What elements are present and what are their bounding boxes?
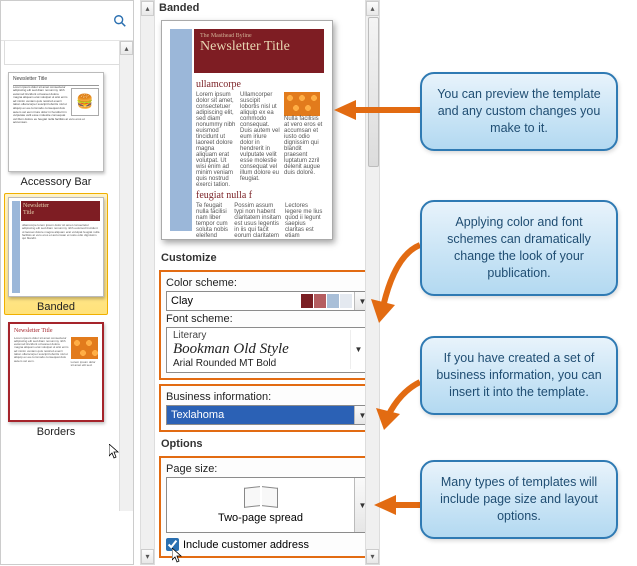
- page-size-value: Two-page spread: [218, 512, 303, 524]
- options-title: Options: [159, 436, 378, 456]
- center-pane: ▴ ▾ Banded The Masthead Byline Newslette…: [140, 0, 380, 565]
- business-info-combo[interactable]: Texlahoma ▼: [166, 405, 371, 425]
- business-info-value: Texlahoma: [167, 406, 354, 424]
- preview-title: Banded: [157, 0, 380, 20]
- swatch: [340, 294, 352, 308]
- template-thumb-banded[interactable]: NewsletterTitle ullamcorpe lorem ipsum d…: [4, 193, 108, 315]
- preview-scrollbar[interactable]: ▴ ▾: [365, 0, 380, 565]
- page-size-label: Page size:: [166, 463, 371, 475]
- template-preview: The Masthead Byline Newsletter Title ull…: [161, 20, 333, 240]
- two-page-spread-icon: [244, 487, 278, 507]
- template-thumb-borders[interactable]: Newsletter Title Lorem ipsum dolor sit a…: [4, 318, 108, 440]
- color-scheme-label: Color scheme:: [166, 277, 371, 289]
- gallery-scrollbar[interactable]: ▴: [119, 41, 133, 511]
- page-size-combo[interactable]: Two-page spread ▼: [166, 477, 371, 533]
- template-gallery-pane: ▴ Newsletter Title 🍔 Lorem ipsum dolor s…: [0, 0, 134, 565]
- search-icon[interactable]: [113, 14, 127, 28]
- callout-options: Many types of templates will include pag…: [420, 460, 618, 539]
- scroll-down-icon[interactable]: ▾: [366, 549, 379, 564]
- template-gallery: ▴ Newsletter Title 🍔 Lorem ipsum dolor s…: [1, 41, 133, 440]
- callout-preview: You can preview the template and any cus…: [420, 72, 618, 151]
- color-scheme-value: Clay: [167, 292, 300, 310]
- options-group: Page size: Two-page spread ▼ Include cus…: [159, 456, 378, 558]
- search-row: [1, 1, 133, 41]
- thumb-preview: Newsletter Title Lorem ipsum dolor sit a…: [8, 322, 104, 422]
- swatch: [314, 294, 326, 308]
- scroll-down-icon[interactable]: ▾: [141, 549, 154, 564]
- customize-title: Customize: [159, 250, 378, 270]
- center-scrollbar[interactable]: ▴ ▾: [140, 0, 155, 565]
- callout-schemes: Applying color and font schemes can dram…: [420, 200, 618, 296]
- scrollbar-thumb[interactable]: [368, 17, 379, 167]
- preview-subhead2: feugiat nulla f: [196, 190, 324, 201]
- business-info-label: Business information:: [166, 391, 371, 403]
- include-address-checkbox[interactable]: [166, 538, 179, 551]
- thumb-label: Borders: [8, 426, 104, 438]
- scroll-up-icon[interactable]: ▴: [120, 41, 133, 55]
- font-secondary: Arial Rounded MT Bold: [173, 358, 350, 369]
- font-caption: Literary: [173, 330, 350, 341]
- swatch: [301, 294, 313, 308]
- font-scheme-combo[interactable]: Literary Bookman Old Style Arial Rounded…: [166, 327, 371, 373]
- thumb-label: Banded: [8, 301, 104, 313]
- font-primary: Bookman Old Style: [173, 341, 350, 358]
- business-info-group: Business information: Texlahoma ▼: [159, 384, 378, 432]
- preview-newsletter-title: Newsletter Title: [200, 39, 290, 54]
- thumb-label: Accessory Bar: [8, 176, 104, 188]
- scroll-up-icon[interactable]: ▴: [141, 1, 154, 16]
- color-swatches: [300, 292, 354, 310]
- font-scheme-label: Font scheme:: [166, 313, 371, 325]
- callout-business: If you have created a set of business in…: [420, 336, 618, 415]
- swatch: [327, 294, 339, 308]
- scheme-group: Color scheme: Clay ▼ Font scheme: Litera…: [159, 270, 378, 380]
- thumb-preview: Newsletter Title 🍔 Lorem ipsum dolor sit…: [8, 72, 104, 172]
- include-address-label: Include customer address: [183, 539, 309, 551]
- thumb-preview: NewsletterTitle ullamcorpe lorem ipsum d…: [8, 197, 104, 297]
- template-thumb-accessory-bar[interactable]: Newsletter Title 🍔 Lorem ipsum dolor sit…: [4, 68, 108, 190]
- preview-subhead: ullamcorpe: [196, 79, 324, 90]
- chevron-down-icon[interactable]: ▼: [350, 330, 366, 369]
- color-scheme-combo[interactable]: Clay ▼: [166, 291, 371, 311]
- scroll-up-icon[interactable]: ▴: [366, 1, 379, 16]
